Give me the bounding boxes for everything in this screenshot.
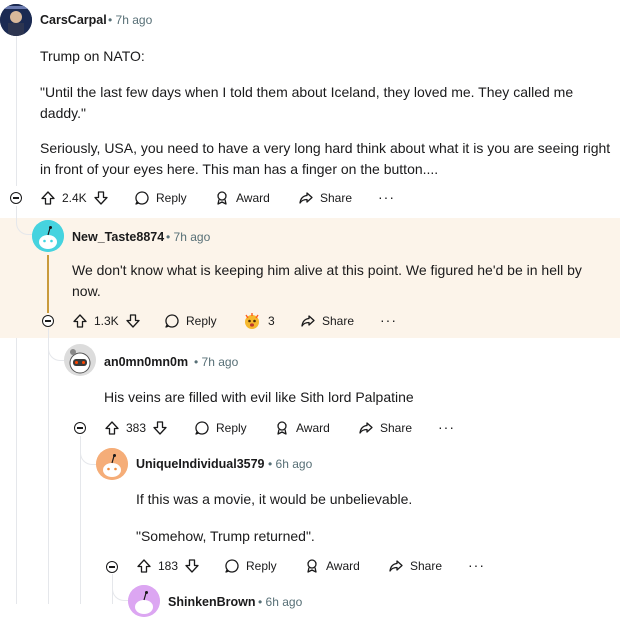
award-label: Award	[236, 191, 270, 205]
comment-age[interactable]: • 6h ago	[268, 457, 312, 471]
comment-username[interactable]: an0mn0mn0m	[104, 355, 188, 369]
comment-age[interactable]: • 6h ago	[258, 595, 302, 609]
share-label: Share	[380, 421, 413, 435]
comment-username[interactable]: New_Taste8874	[72, 230, 164, 244]
downvote-icon[interactable]	[125, 313, 141, 329]
comment-icon	[224, 558, 240, 574]
more-icon[interactable]: ···	[380, 312, 397, 328]
downvote-icon[interactable]	[93, 190, 109, 206]
share-button[interactable]: Share	[298, 190, 352, 206]
comment-age-text: 7h ago	[201, 355, 239, 369]
award-icon	[274, 420, 290, 436]
avatar[interactable]	[32, 220, 64, 252]
share-label: Share	[410, 559, 443, 573]
thread-curve-level3	[48, 328, 65, 361]
thread-line-root	[16, 36, 17, 186]
thread-line-level2	[48, 328, 49, 604]
reply-label: Reply	[246, 559, 277, 573]
award-button[interactable]: Award	[214, 190, 270, 206]
upvote-icon[interactable]	[72, 313, 88, 329]
share-label: Share	[322, 314, 355, 328]
comment-text: If this was a movie, it would be unbelie…	[136, 491, 413, 507]
comment-icon	[134, 190, 150, 206]
collapse-icon[interactable]	[106, 561, 118, 573]
more-icon[interactable]: ···	[378, 189, 395, 205]
comment-age-text: 7h ago	[173, 230, 211, 244]
vote-controls: 183	[136, 558, 200, 574]
award-emoji-icon	[242, 311, 262, 331]
comment-icon	[194, 420, 210, 436]
award-label: Award	[296, 421, 330, 435]
award-icon	[304, 558, 320, 574]
reply-label: Reply	[186, 314, 217, 328]
share-icon	[388, 558, 404, 574]
reply-button[interactable]: Reply	[164, 313, 217, 329]
share-button[interactable]: Share	[358, 420, 412, 436]
comment-username[interactable]: ShinkenBrown	[168, 595, 256, 609]
vote-count: 183	[158, 559, 179, 573]
reply-button[interactable]: Reply	[224, 558, 277, 574]
award-label: Award	[326, 559, 360, 573]
avatar[interactable]	[0, 4, 32, 36]
comment-text: Seriously, USA, you need to have a very …	[40, 140, 611, 177]
award-icon	[214, 190, 230, 206]
share-icon	[300, 313, 316, 329]
comment-age[interactable]: • 7h ago	[166, 230, 210, 244]
collapse-icon[interactable]	[10, 192, 22, 204]
comment-text: His veins are filled with evil like Sith…	[104, 389, 414, 405]
comment-age-text: 6h ago	[275, 457, 313, 471]
comment-age[interactable]: • 7h ago	[108, 13, 152, 27]
comment-text: "Until the last few days when I told the…	[40, 84, 574, 121]
comment-age[interactable]: • 7h ago	[194, 355, 238, 369]
vote-controls: 383	[104, 420, 168, 436]
upvote-icon[interactable]	[40, 190, 56, 206]
award-count: 3	[268, 314, 275, 328]
award-button[interactable]: 3	[242, 311, 275, 331]
reply-label: Reply	[156, 191, 187, 205]
award-button[interactable]: Award	[274, 420, 330, 436]
comment-age-text: 6h ago	[265, 595, 303, 609]
comment-age-text: 7h ago	[115, 13, 153, 27]
more-icon[interactable]: ···	[468, 557, 485, 573]
reply-label: Reply	[216, 421, 247, 435]
collapse-icon[interactable]	[42, 315, 54, 327]
thread-curve-level4	[80, 436, 97, 465]
vote-controls: 2.4K	[40, 190, 109, 206]
thread-curve-level2	[16, 206, 33, 235]
share-label: Share	[320, 191, 353, 205]
highlight-accent-line	[47, 255, 49, 313]
downvote-icon[interactable]	[184, 558, 200, 574]
thread-curve-level5	[112, 574, 129, 601]
reply-button[interactable]: Reply	[194, 420, 247, 436]
avatar[interactable]	[64, 344, 96, 376]
upvote-icon[interactable]	[104, 420, 120, 436]
upvote-icon[interactable]	[136, 558, 152, 574]
vote-count: 1.3K	[94, 314, 119, 328]
share-button[interactable]: Share	[388, 558, 442, 574]
reply-button[interactable]: Reply	[134, 190, 187, 206]
avatar[interactable]	[96, 448, 128, 480]
comment-text: We don't know what is keeping him alive …	[72, 262, 582, 299]
more-icon[interactable]: ···	[438, 419, 455, 435]
collapse-icon[interactable]	[74, 422, 86, 434]
vote-count: 2.4K	[62, 191, 87, 205]
vote-count: 383	[126, 421, 147, 435]
comment-username[interactable]: UniqueIndividual3579	[136, 457, 265, 471]
comment-icon	[164, 313, 180, 329]
vote-controls: 1.3K	[72, 313, 141, 329]
comment-text: Trump on NATO:	[40, 48, 145, 64]
comment-username[interactable]: CarsCarpal	[40, 13, 107, 27]
share-icon	[298, 190, 314, 206]
share-icon	[358, 420, 374, 436]
award-button[interactable]: Award	[304, 558, 360, 574]
thread-line-level3	[80, 436, 81, 604]
downvote-icon[interactable]	[152, 420, 168, 436]
share-button[interactable]: Share	[300, 313, 354, 329]
comment-text: "Somehow, Trump returned".	[136, 528, 315, 544]
avatar[interactable]	[128, 585, 160, 617]
